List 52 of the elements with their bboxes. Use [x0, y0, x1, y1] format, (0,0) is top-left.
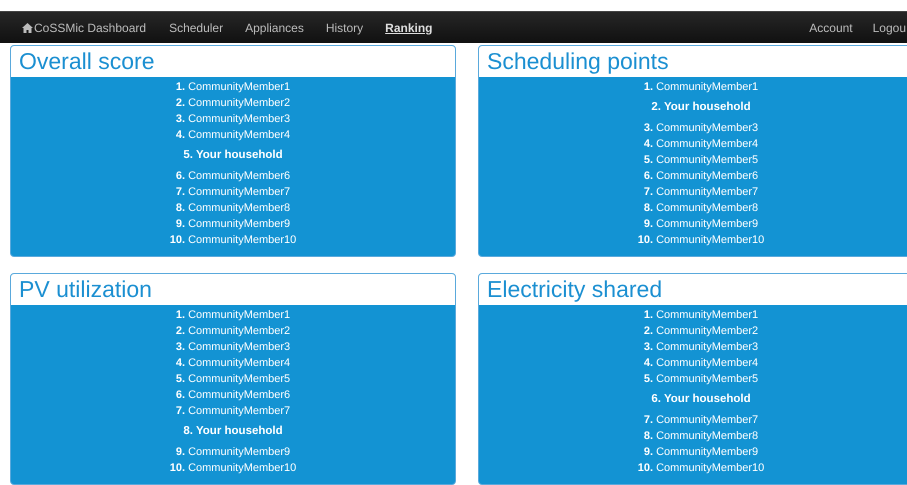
ranking-entry: 6. CommunityMember6 — [176, 169, 290, 184]
nav-link[interactable]: Ranking — [385, 18, 433, 36]
card-title: Electricity shared — [487, 278, 662, 301]
ranking-entry: 4. CommunityMember4 — [644, 356, 758, 371]
card-title: Scheduling points — [487, 50, 669, 73]
ranking-entry: 2. CommunityMember2 — [176, 324, 290, 339]
home-icon — [22, 22, 33, 32]
ranking-entry: 6. CommunityMember6 — [644, 169, 758, 184]
ranking-entry: 2. Your household — [651, 100, 751, 115]
ranking-entry: 9. CommunityMember9 — [176, 445, 290, 460]
ranking-entry: 5. Your household — [183, 148, 283, 163]
ranking-entry: 4. CommunityMember4 — [176, 128, 290, 143]
ranking-entry: 7. CommunityMember7 — [176, 185, 290, 200]
ranking-entry: 5. CommunityMember5 — [176, 372, 290, 387]
ranking-entry: 8. Your household — [183, 424, 283, 439]
ranking-entry: 3. CommunityMember3 — [176, 340, 290, 355]
ranking-entry: 8. CommunityMember8 — [176, 201, 290, 216]
ranking-entry: 8. CommunityMember8 — [644, 429, 758, 444]
ranking-entry: 1. CommunityMember1 — [644, 80, 758, 95]
ranking-entry: 6. Your household — [651, 392, 751, 407]
ranking-entry: 3. CommunityMember3 — [644, 340, 758, 355]
ranking-entry: 7. CommunityMember7 — [644, 413, 758, 428]
nav-link[interactable]: Logou — [872, 18, 906, 36]
ranking-entry: 4. CommunityMember4 — [644, 137, 758, 152]
ranking-entry: 10. CommunityMember10 — [170, 233, 296, 248]
ranking-entry: 1. CommunityMember1 — [176, 80, 290, 95]
ranking-entry: 7. CommunityMember7 — [644, 185, 758, 200]
ranking-entry: 4. CommunityMember4 — [176, 356, 290, 371]
nav-link[interactable]: Appliances — [245, 18, 304, 36]
ranking-entry: 9. CommunityMember9 — [176, 217, 290, 232]
ranking-entry: 7. CommunityMember7 — [176, 404, 290, 419]
nav-link[interactable]: History — [326, 18, 364, 36]
card-title: PV utilization — [19, 278, 152, 301]
ranking-entry: 6. CommunityMember6 — [176, 388, 290, 403]
ranking-entry: 3. CommunityMember3 — [644, 121, 758, 136]
brand-link[interactable]: CoSSMic Dashboard — [22, 18, 146, 36]
ranking-entry: 3. CommunityMember3 — [176, 112, 290, 127]
ranking-entry: 9. CommunityMember9 — [644, 217, 758, 232]
card-title: Overall score — [19, 50, 154, 73]
ranking-entry: 2. CommunityMember2 — [176, 96, 290, 111]
ranking-entry: 1. CommunityMember1 — [176, 308, 290, 323]
ranking-entry: 10. CommunityMember10 — [170, 461, 296, 476]
nav-link[interactable]: Account — [809, 18, 853, 36]
ranking-entry: 9. CommunityMember9 — [644, 445, 758, 460]
ranking-entry: 2. CommunityMember2 — [644, 324, 758, 339]
ranking-entry: 1. CommunityMember1 — [644, 308, 758, 323]
ranking-entry: 10. CommunityMember10 — [638, 461, 764, 476]
ranking-entry: 5. CommunityMember5 — [644, 372, 758, 387]
ranking-entry: 5. CommunityMember5 — [644, 153, 758, 168]
ranking-entry: 10. CommunityMember10 — [638, 233, 764, 248]
ranking-entry: 8. CommunityMember8 — [644, 201, 758, 216]
nav-link[interactable]: Scheduler — [169, 18, 224, 36]
